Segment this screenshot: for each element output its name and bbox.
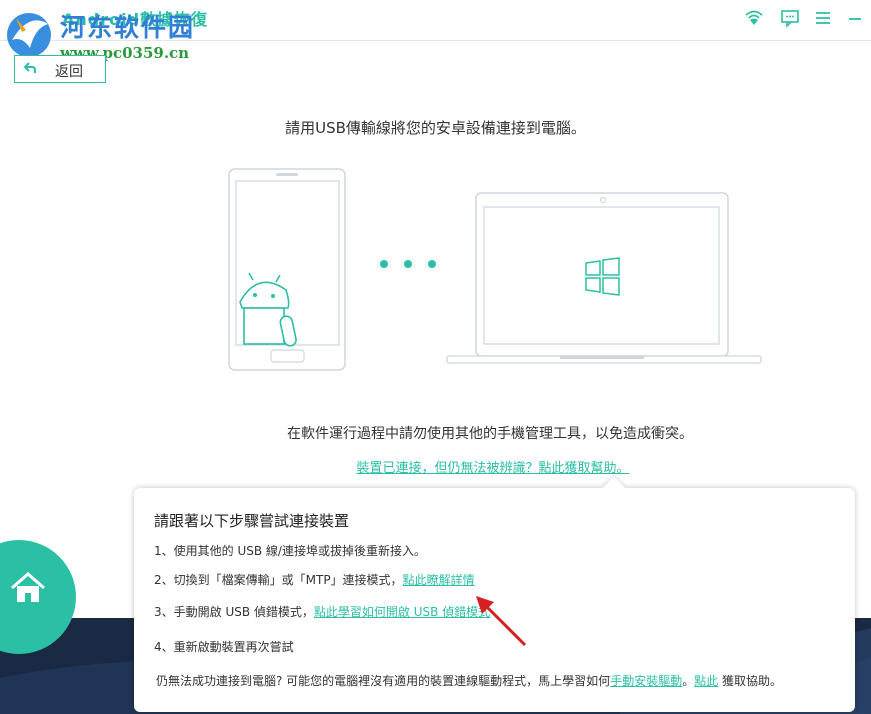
- footer-separator: 。: [682, 674, 695, 688]
- popup-title: 請跟著以下步驟嘗試連接裝置: [154, 512, 350, 530]
- annotation-arrow-icon: [476, 596, 527, 647]
- footer-text-1: 仍無法成功連接到電腦? 可能您的電腦裡沒有適用的裝置連線驅動程式，馬上學習如何: [156, 674, 611, 688]
- wifi-icon[interactable]: [744, 8, 764, 28]
- back-button-label: 返回: [55, 64, 83, 80]
- install-driver-link[interactable]: 手動安裝驅動: [610, 674, 682, 688]
- get-help-link[interactable]: 點此: [694, 674, 718, 688]
- step-2-text: 2、切換到「檔案傳輸」或「MTP」連接模式，: [154, 573, 403, 587]
- step-1-text: 1、使用其他的 USB 線/連接埠或拔掉後重新接入。: [154, 544, 426, 558]
- device-not-recognized-link[interactable]: 裝置已連接，但仍無法被辨識？點此獲取幫助。: [0, 457, 871, 476]
- watermark-logo-icon: [7, 13, 51, 57]
- laptop-illustration: [446, 192, 762, 364]
- back-arrow-icon: [23, 62, 36, 73]
- step-2: 2、切換到「檔案傳輸」或「MTP」連接模式，點此瞭解詳情: [154, 571, 475, 588]
- step-1: 1、使用其他的 USB 線/連接埠或拔掉後重新接入。: [154, 542, 426, 559]
- connection-illustration: [228, 168, 762, 371]
- feedback-icon[interactable]: [780, 8, 800, 28]
- phone-illustration: [228, 168, 346, 371]
- connect-instruction: 請用USB傳輸線將您的安卓設備連接到電腦。: [285, 119, 586, 137]
- conflict-warning: 在軟件運行過程中請勿使用其他的手機管理工具，以免造成衝突。: [287, 426, 693, 442]
- back-button[interactable]: 返回: [14, 55, 106, 83]
- step-4-text: 4、重新啟動裝置再次嘗試: [154, 640, 294, 654]
- mtp-details-link[interactable]: 點此瞭解詳情: [403, 573, 475, 587]
- menu-icon[interactable]: [813, 8, 833, 28]
- minimize-icon[interactable]: [845, 8, 865, 28]
- watermark-name: 河东软件园: [60, 13, 196, 42]
- step-3-text: 3、手動開啟 USB 偵錯模式，: [154, 605, 314, 619]
- popup-pointer: [602, 476, 626, 500]
- step-3: 3、手動開啟 USB 偵錯模式，點此學習如何開啟 USB 偵錯模式: [154, 603, 490, 620]
- driver-help-footer: 仍無法成功連接到電腦? 可能您的電腦裡沒有適用的裝置連線驅動程式，馬上學習如何手…: [156, 672, 782, 689]
- home-icon: [11, 572, 45, 602]
- footer-text-2: 獲取協助。: [718, 674, 783, 688]
- connection-dots: [380, 260, 436, 268]
- step-4: 4、重新啟動裝置再次嘗試: [154, 638, 294, 655]
- usb-debugging-link[interactable]: 點此學習如何開啟 USB 偵錯模式: [314, 605, 490, 619]
